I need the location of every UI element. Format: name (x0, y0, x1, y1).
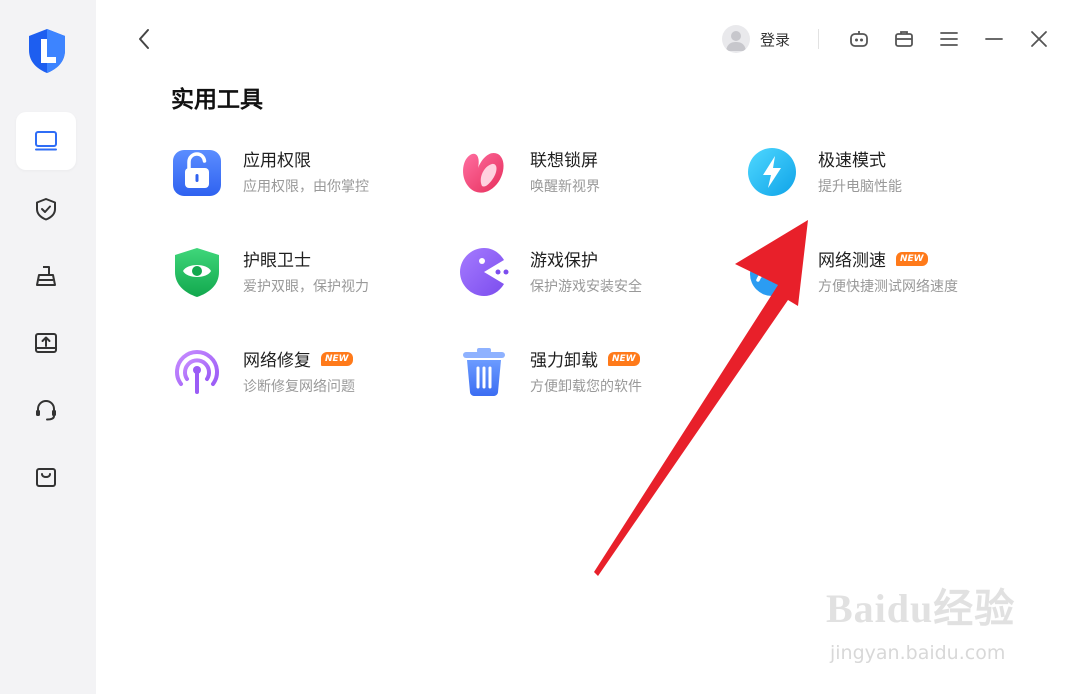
toolbox-icon (895, 31, 913, 47)
tool-name: 应用权限 (243, 151, 311, 171)
tool-network-speedtest[interactable]: 网络测速 NEW 方便快捷测试网络速度 (746, 246, 1016, 306)
watermark: Baidu经验 jingyan.baidu.com (826, 576, 1026, 676)
tool-name: 联想锁屏 (530, 151, 598, 171)
tool-desc: 方便卸载您的软件 (530, 379, 642, 395)
signal-broadcast-icon (171, 346, 223, 398)
chevron-left-icon (139, 29, 149, 49)
close-icon (1031, 31, 1047, 47)
watermark-url: jingyan.baidu.com (830, 642, 1006, 664)
sidebar-item-service[interactable] (16, 381, 76, 439)
tool-name: 护眼卫士 (243, 251, 311, 271)
speedometer-icon (746, 246, 798, 298)
robot-icon (850, 31, 868, 47)
lock-icon (171, 146, 223, 198)
broom-icon (36, 266, 56, 286)
hamburger-menu-icon (940, 32, 958, 46)
minimize-icon (985, 38, 1003, 40)
tool-desc: 唤醒新视界 (530, 179, 600, 195)
header-divider (818, 29, 819, 49)
new-badge: NEW (896, 251, 928, 266)
watermark-brand: Baidu经验 (826, 586, 1016, 631)
sidebar-item-computer[interactable] (16, 112, 76, 170)
eye-shield-icon (171, 246, 223, 298)
sidebar-item-upgrade[interactable] (16, 314, 76, 372)
back-button[interactable] (130, 24, 158, 54)
tool-network-repair[interactable]: 网络修复 NEW 诊断修复网络问题 (171, 346, 441, 406)
lightning-icon (746, 146, 798, 198)
toolbox-button[interactable] (890, 25, 918, 53)
new-badge: NEW (321, 351, 353, 366)
new-badge: NEW (608, 351, 640, 366)
shield-check-icon (36, 198, 56, 221)
minimize-button[interactable] (980, 25, 1008, 53)
app-logo-icon (26, 28, 68, 74)
upload-box-icon (35, 333, 57, 353)
user-icon (726, 31, 746, 51)
tool-name: 强力卸载 NEW (530, 346, 640, 371)
laptop-icon (35, 131, 57, 151)
tool-app-permission[interactable]: 应用权限 应用权限，由你掌控 (171, 146, 441, 206)
tool-name: 网络测速 NEW (818, 246, 928, 271)
trash-icon (458, 346, 510, 398)
tool-desc: 方便快捷测试网络速度 (818, 279, 958, 295)
avatar (722, 25, 750, 53)
close-button[interactable] (1025, 25, 1053, 53)
tool-speed-mode[interactable]: 极速模式 提升电脑性能 (746, 146, 1016, 206)
tool-desc: 保护游戏安装安全 (530, 279, 642, 295)
headset-icon (36, 399, 56, 421)
tool-game-protect[interactable]: 游戏保护 保护游戏安装安全 (458, 246, 728, 306)
login-label: 登录 (760, 30, 791, 49)
shopping-bag-icon (36, 468, 56, 487)
tool-lenovo-lockscreen[interactable]: 联想锁屏 唤醒新视界 (458, 146, 728, 206)
sidebar (0, 0, 96, 694)
section-title: 实用工具 (171, 87, 263, 113)
pacman-icon (458, 246, 510, 298)
tool-desc: 爱护双眼，保护视力 (243, 279, 369, 295)
assistant-button[interactable] (845, 25, 873, 53)
tool-force-uninstall[interactable]: 强力卸载 NEW 方便卸载您的软件 (458, 346, 728, 406)
tool-desc: 提升电脑性能 (818, 179, 902, 195)
menu-button[interactable] (935, 25, 963, 53)
tool-eye-guard[interactable]: 护眼卫士 爱护双眼，保护视力 (171, 246, 441, 306)
tool-name: 极速模式 (818, 151, 886, 171)
tool-name: 游戏保护 (530, 251, 598, 271)
sidebar-item-security[interactable] (16, 180, 76, 238)
tool-desc: 诊断修复网络问题 (243, 379, 355, 395)
sidebar-item-cleanup[interactable] (16, 247, 76, 305)
sidebar-item-store[interactable] (16, 448, 76, 506)
tool-desc: 应用权限，由你掌控 (243, 179, 369, 195)
tool-name: 网络修复 NEW (243, 346, 353, 371)
lockscreen-logo-icon (458, 146, 510, 198)
login-button[interactable]: 登录 (722, 24, 790, 54)
